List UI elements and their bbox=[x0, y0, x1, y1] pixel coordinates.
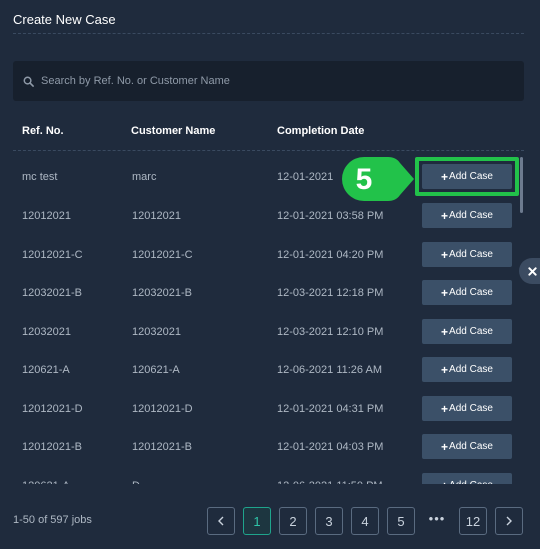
page-button-2[interactable]: 2 bbox=[279, 507, 307, 535]
results-count: 1-50 of 597 jobs bbox=[13, 514, 92, 526]
close-icon bbox=[528, 266, 537, 276]
add-case-label: Add Case bbox=[449, 364, 493, 375]
cell-customer-name: 120621-A bbox=[132, 364, 180, 376]
plus-icon: + bbox=[441, 285, 449, 300]
table-row: 12012021-C 12012021-C 12-01-2021 04:20 PM +… bbox=[0, 241, 524, 271]
plus-icon: + bbox=[441, 169, 449, 184]
add-case-label: Add Case bbox=[449, 249, 493, 260]
cell-customer-name: D... bbox=[132, 480, 149, 484]
title-divider bbox=[13, 33, 524, 34]
cell-completion-date: 12-01-2021 03:58 PM bbox=[277, 210, 384, 222]
table-row: 12032021 12032021 12-03-2021 12:10 PM + Add … bbox=[0, 318, 524, 348]
add-case-label: Add Case bbox=[449, 171, 493, 182]
table-row: 12032021-B 12032021-B 12-03-2021 12:18 PM +… bbox=[0, 279, 524, 309]
page-button-3[interactable]: 3 bbox=[315, 507, 343, 535]
cell-ref-no: 12032021-B bbox=[22, 287, 82, 299]
next-page-button[interactable] bbox=[495, 507, 523, 535]
cell-completion-date: 12-01-2021 04:03 PM bbox=[277, 441, 384, 453]
plus-icon: + bbox=[441, 439, 449, 454]
header-divider bbox=[13, 150, 524, 151]
add-case-button[interactable]: +Add Case bbox=[422, 164, 512, 189]
table-row: mc test marc 12-01-2021 + Add Case bbox=[0, 163, 524, 193]
cell-customer-name: 12012021 bbox=[132, 210, 181, 222]
add-case-label: Add Case bbox=[449, 287, 493, 298]
chevron-left-icon bbox=[218, 516, 224, 526]
add-case-button[interactable]: +Add Case bbox=[422, 473, 512, 484]
cell-ref-no: 12012021-B bbox=[22, 441, 82, 453]
search-icon bbox=[23, 74, 37, 88]
table-row: 12012021 12012021 12-01-2021 03:58 PM + Add … bbox=[0, 202, 524, 232]
step-marker: 5 bbox=[342, 157, 414, 201]
cell-customer-name: 12012021-D bbox=[132, 403, 193, 415]
table-header: Ref. No. Customer Name Completion Date bbox=[0, 125, 524, 139]
cell-ref-no: 12012021-D bbox=[22, 403, 83, 415]
cell-completion-date: 12-03-2021 12:10 PM bbox=[277, 326, 384, 338]
table-row: 120621-A D... 12-06-2021 11:50 PM +Add Case bbox=[0, 472, 524, 484]
chevron-right-icon bbox=[506, 516, 512, 526]
table-row: 12012021-B 12012021-B 12-01-2021 04:03 PM +… bbox=[0, 433, 524, 463]
cell-completion-date: 12-03-2021 12:18 PM bbox=[277, 287, 384, 299]
cell-ref-no: 120621-A bbox=[22, 364, 70, 376]
add-case-button[interactable]: +Add Case bbox=[422, 319, 512, 344]
pagination-ellipsis: ••• bbox=[428, 511, 446, 526]
cell-customer-name: marc bbox=[132, 171, 157, 183]
cell-customer-name: 12012021-C bbox=[132, 249, 193, 261]
search-bar[interactable] bbox=[13, 61, 524, 101]
plus-icon: + bbox=[441, 401, 449, 416]
page-button-4[interactable]: 4 bbox=[351, 507, 379, 535]
page-button-5: 5 bbox=[387, 507, 415, 535]
cell-ref-no: 12032021 bbox=[22, 326, 71, 338]
add-case-label: Add Case bbox=[449, 326, 493, 337]
add-case-button[interactable]: +Add Case bbox=[422, 242, 512, 267]
header-customer-name: Customer Name bbox=[131, 125, 216, 137]
header-completion-date: Completion Date bbox=[277, 125, 365, 137]
add-case-button[interactable]: +Add Case bbox=[422, 203, 512, 228]
add-case-button[interactable]: +Add Case bbox=[422, 357, 512, 382]
table-row: 12012021-D 12012021-D 12-01-2021 04:31 PM +… bbox=[0, 395, 524, 425]
cell-customer-name: 12012021-B bbox=[132, 441, 192, 453]
add-case-label: Add Case bbox=[449, 403, 493, 414]
cell-completion-date: 12-01-2021 04:31 PM bbox=[277, 403, 384, 415]
page-button-last[interactable]: 12 bbox=[459, 507, 487, 535]
plus-icon: + bbox=[441, 324, 449, 339]
cell-ref-no: 120621-A bbox=[22, 480, 70, 484]
list-scrollbar[interactable] bbox=[520, 157, 523, 213]
page-button-1[interactable]: 1 bbox=[243, 507, 271, 535]
search-input[interactable] bbox=[41, 75, 501, 87]
plus-icon: + bbox=[441, 479, 448, 485]
cell-customer-name: 12032021 bbox=[132, 326, 181, 338]
plus-icon: + bbox=[441, 208, 449, 223]
add-case-button[interactable]: +Add Case bbox=[422, 396, 512, 421]
add-case-button[interactable]: +Add Case bbox=[422, 280, 512, 305]
cell-completion-date: 12-01-2021 04:20 PM bbox=[277, 249, 384, 261]
add-case-button[interactable]: +Add Case bbox=[422, 434, 512, 459]
cell-ref-no: 12012021-C bbox=[22, 249, 83, 261]
cell-completion-date: 12-06-2021 11:26 AM bbox=[277, 364, 382, 376]
plus-icon: + bbox=[441, 362, 449, 377]
cell-ref-no: 12012021 bbox=[22, 210, 71, 222]
panel-title: Create New Case bbox=[13, 12, 116, 27]
cell-ref-no: mc test bbox=[22, 171, 58, 183]
plus-icon: + bbox=[441, 247, 449, 262]
case-list[interactable]: mc test marc 12-01-2021 + Add Case 12012021 12… bbox=[0, 157, 524, 484]
cell-completion-date: 12-06-2021 11:50 PM bbox=[277, 480, 383, 484]
header-ref-no: Ref. No. bbox=[22, 125, 64, 137]
prev-page-button[interactable] bbox=[207, 507, 235, 535]
close-panel-button[interactable] bbox=[519, 258, 540, 284]
add-case-label: Add Case bbox=[449, 480, 493, 484]
cell-completion-date: 12-01-2021 bbox=[277, 171, 334, 183]
add-case-label: Add Case bbox=[449, 210, 493, 221]
cell-customer-name: 12032021-B bbox=[132, 287, 192, 299]
add-case-label: Add Case bbox=[449, 441, 493, 452]
step-number: 5 bbox=[356, 163, 373, 196]
table-row: 120621-A 120621-A 12-06-2021 11:26 AM + Add … bbox=[0, 356, 524, 386]
